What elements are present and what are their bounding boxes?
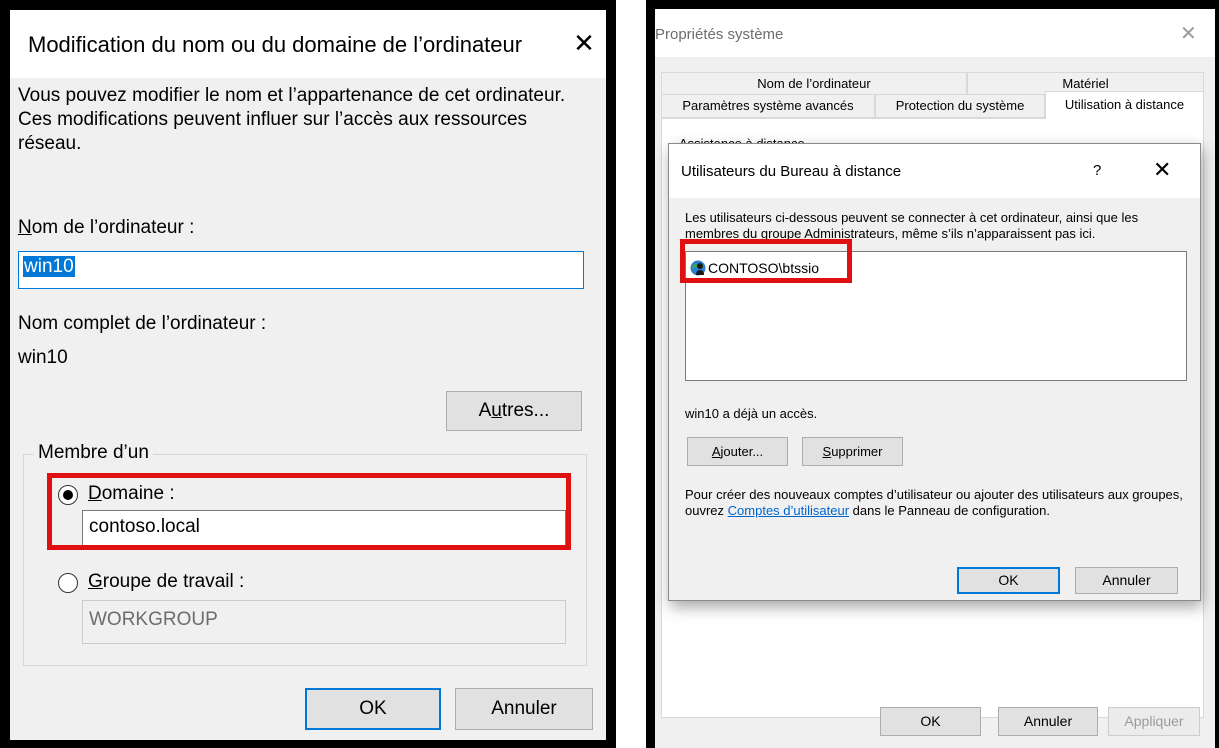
ok-button[interactable]: OK: [305, 688, 441, 730]
label-text: roupe de travail :: [102, 571, 245, 592]
add-button[interactable]: Ajouter...: [687, 437, 788, 466]
dialog-title: Modification du nom ou du domaine de l’o…: [28, 32, 523, 57]
close-icon[interactable]: ✕: [1180, 21, 1197, 46]
accelerator-key: A: [711, 444, 721, 459]
close-icon[interactable]: ✕: [570, 30, 598, 58]
apply-button: Appliquer: [1108, 707, 1200, 736]
dialog-title: Utilisateurs du Bureau à distance: [681, 163, 902, 180]
title-bar: Utilisateurs du Bureau à distance ? ✕: [669, 144, 1200, 198]
cancel-button[interactable]: Annuler: [455, 688, 593, 730]
accelerator-key: u: [491, 400, 502, 421]
accelerator-key: S: [822, 444, 832, 459]
remote-desktop-users-dialog: Utilisateurs du Bureau à distance ? ✕ Le…: [668, 143, 1201, 601]
button-text: A: [478, 400, 492, 421]
help-text-end: dans le Panneau de configuration.: [852, 503, 1050, 518]
computer-name-value: win10: [23, 256, 75, 277]
help-text: Pour créer des nouveaux comptes d’utilis…: [685, 487, 1185, 519]
dialog-description: Vous pouvez modifier le nom et l’apparte…: [18, 85, 566, 154]
full-name-label: Nom complet de l’ordinateur :: [18, 313, 267, 334]
workgroup-input: WORKGROUP: [82, 600, 566, 644]
help-icon[interactable]: ?: [1093, 162, 1101, 179]
other-button[interactable]: Autres...: [446, 391, 582, 431]
button-text: tres...: [501, 400, 550, 421]
window-title: Propriétés système: [655, 26, 784, 43]
workgroup-radio[interactable]: [58, 573, 78, 593]
button-text: jouter...: [720, 444, 764, 459]
ok-button[interactable]: OK: [880, 707, 981, 736]
title-bar: Propriétés système ✕: [655, 9, 1215, 57]
access-note: win10 a déjà un accès.: [685, 406, 818, 421]
title-bar: Modification du nom ou du domaine de l’o…: [10, 10, 606, 78]
button-text: upprimer: [831, 444, 883, 459]
cancel-button[interactable]: Annuler: [998, 707, 1098, 736]
tab-remote[interactable]: Utilisation à distance: [1045, 91, 1204, 119]
full-name-value: win10: [18, 347, 68, 368]
label-text: om de l’ordinateur :: [31, 217, 195, 238]
computer-name-label: Nom de l’ordinateur :: [18, 216, 194, 240]
highlight-box: [47, 473, 571, 550]
ok-button[interactable]: OK: [957, 567, 1060, 594]
accelerator-key: G: [88, 571, 103, 592]
highlight-box: [680, 239, 852, 283]
user-accounts-link[interactable]: Comptes d’utilisateur: [728, 503, 849, 518]
close-icon[interactable]: ✕: [1153, 157, 1171, 183]
accelerator-key: N: [18, 217, 32, 238]
member-of-legend: Membre d’un: [34, 442, 153, 464]
tab-computer-name[interactable]: Nom de l’ordinateur: [661, 72, 967, 96]
dialog-description: Les utilisateurs ci-dessous peuvent se c…: [685, 210, 1139, 241]
computer-name-input[interactable]: win10: [18, 251, 584, 289]
remove-button[interactable]: Supprimer: [802, 437, 903, 466]
workgroup-label: Groupe de travail :: [88, 570, 244, 594]
cancel-button[interactable]: Annuler: [1075, 567, 1178, 594]
tab-protection[interactable]: Protection du système: [875, 94, 1045, 118]
tab-advanced[interactable]: Paramètres système avancés: [661, 94, 875, 118]
